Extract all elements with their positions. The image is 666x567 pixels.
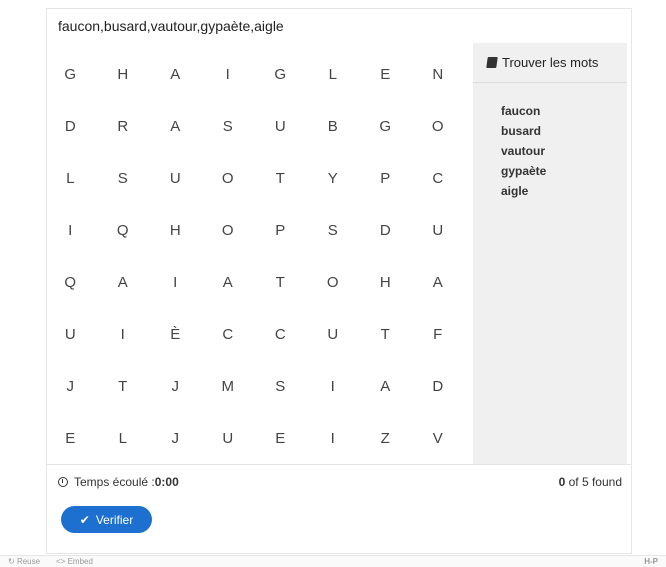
grid-cell[interactable]: U (254, 100, 307, 152)
grid-cell[interactable]: T (97, 360, 150, 412)
word-item: gypaète (501, 164, 547, 178)
elapsed-timer: Temps écoulé : 0:00 (58, 475, 179, 489)
grid-cell[interactable]: R (97, 100, 150, 152)
grid-cell[interactable]: A (149, 100, 202, 152)
grid-cell[interactable]: L (97, 412, 150, 464)
grid-cell[interactable]: L (44, 152, 97, 204)
grid-cell[interactable]: I (202, 48, 255, 100)
grid-cell[interactable]: Z (359, 412, 412, 464)
embed-link[interactable]: <> Embed (56, 557, 93, 566)
found-suffix: of 5 found (565, 475, 622, 489)
grid-cell[interactable]: P (254, 204, 307, 256)
grid-cell[interactable]: A (359, 360, 412, 412)
clock-icon (58, 477, 68, 487)
grid-cell[interactable]: E (44, 412, 97, 464)
grid-cell[interactable]: I (149, 256, 202, 308)
verify-button-label: Verifier (95, 512, 134, 527)
word-list-panel: Trouver les mots faucon busard vautour g… (473, 43, 627, 464)
grid-cell[interactable]: U (202, 412, 255, 464)
verify-button[interactable]: ✔ Verifier (61, 506, 152, 533)
found-counter: 0 of 5 found (559, 475, 622, 489)
timer-label: Temps écoulé : (74, 475, 155, 489)
grid-cell[interactable]: C (254, 308, 307, 360)
grid-cell[interactable]: P (359, 152, 412, 204)
grid-cell[interactable]: D (44, 100, 97, 152)
word-item: aigle (501, 184, 529, 198)
grid-cell[interactable]: I (307, 412, 360, 464)
footer: ↻ Reuse <> Embed H-P (0, 555, 666, 567)
checkmark-icon: ✔ (79, 512, 90, 527)
reuse-label: Reuse (16, 557, 41, 566)
grid-cell[interactable]: L (307, 48, 360, 100)
grid-cell[interactable]: Q (44, 256, 97, 308)
grid-cell[interactable]: A (412, 256, 465, 308)
grid-cell[interactable]: O (307, 256, 360, 308)
grid-cell[interactable]: J (149, 412, 202, 464)
grid-cell[interactable]: U (149, 152, 202, 204)
grid-cell[interactable]: H (97, 48, 150, 100)
grid-cell[interactable]: E (254, 412, 307, 464)
word-item: faucon (501, 104, 541, 118)
word-list-heading: Trouver les mots (502, 55, 599, 70)
grid-cell[interactable]: C (202, 308, 255, 360)
grid-cell[interactable]: F (412, 308, 465, 360)
grid-cell[interactable]: M (202, 360, 255, 412)
word-item: vautour (501, 144, 546, 158)
grid-cell[interactable]: C (412, 152, 465, 204)
grid-cell[interactable]: Q (97, 204, 150, 256)
grid-cell[interactable]: O (412, 100, 465, 152)
embed-icon: <> (56, 557, 66, 566)
reuse-link[interactable]: ↻ Reuse (8, 557, 40, 566)
grid-cell[interactable]: T (254, 152, 307, 204)
grid-cell[interactable]: U (44, 308, 97, 360)
grid-cell[interactable]: S (202, 100, 255, 152)
grid-cell[interactable]: E (359, 48, 412, 100)
timer-value: 0:00 (154, 475, 179, 489)
grid-cell[interactable]: A (97, 256, 150, 308)
hp-logo: H-P (644, 557, 658, 566)
grid-cell[interactable]: S (254, 360, 307, 412)
book-icon (486, 57, 498, 68)
grid-cell[interactable]: J (149, 360, 202, 412)
grid-cell[interactable]: A (202, 256, 255, 308)
grid-cell[interactable]: A (149, 48, 202, 100)
grid-cell[interactable]: U (307, 308, 360, 360)
word-list: faucon busard vautour gypaète aigle (501, 101, 546, 201)
grid-cell[interactable]: H (359, 256, 412, 308)
reuse-icon: ↻ (8, 557, 15, 566)
grid-cell[interactable]: O (202, 152, 255, 204)
grid-cell[interactable]: G (44, 48, 97, 100)
grid-cell[interactable]: I (307, 360, 360, 412)
embed-label: Embed (67, 557, 93, 566)
grid-cell[interactable]: H (149, 204, 202, 256)
grid-cell[interactable]: T (254, 256, 307, 308)
grid-cell[interactable]: U (412, 204, 465, 256)
grid-cell[interactable]: È (149, 308, 202, 360)
grid-cell[interactable]: I (44, 204, 97, 256)
grid-cell[interactable]: O (202, 204, 255, 256)
word-item: busard (501, 124, 542, 138)
word-list-title: faucon,busard,vautour,gypaète,aigle (58, 18, 284, 34)
grid-cell[interactable]: D (359, 204, 412, 256)
letter-grid: GHAIGLENDRASUBGOLSUOTYPCIQHOPSDUQAIATOHA… (44, 48, 464, 464)
grid-cell[interactable]: Y (307, 152, 360, 204)
grid-cell[interactable]: B (307, 100, 360, 152)
status-bar: Temps écoulé : 0:00 0 of 5 found (46, 464, 632, 498)
grid-cell[interactable]: S (97, 152, 150, 204)
grid-cell[interactable]: J (44, 360, 97, 412)
grid-cell[interactable]: G (254, 48, 307, 100)
page: faucon,busard,vautour,gypaète,aigle GHAI… (0, 0, 666, 567)
grid-cell[interactable]: G (359, 100, 412, 152)
word-list-header: Trouver les mots (473, 43, 627, 83)
grid-cell[interactable]: T (359, 308, 412, 360)
grid-cell[interactable]: I (97, 308, 150, 360)
grid-cell[interactable]: S (307, 204, 360, 256)
grid-cell[interactable]: V (412, 412, 465, 464)
grid-cell[interactable]: D (412, 360, 465, 412)
grid-cell[interactable]: N (412, 48, 465, 100)
